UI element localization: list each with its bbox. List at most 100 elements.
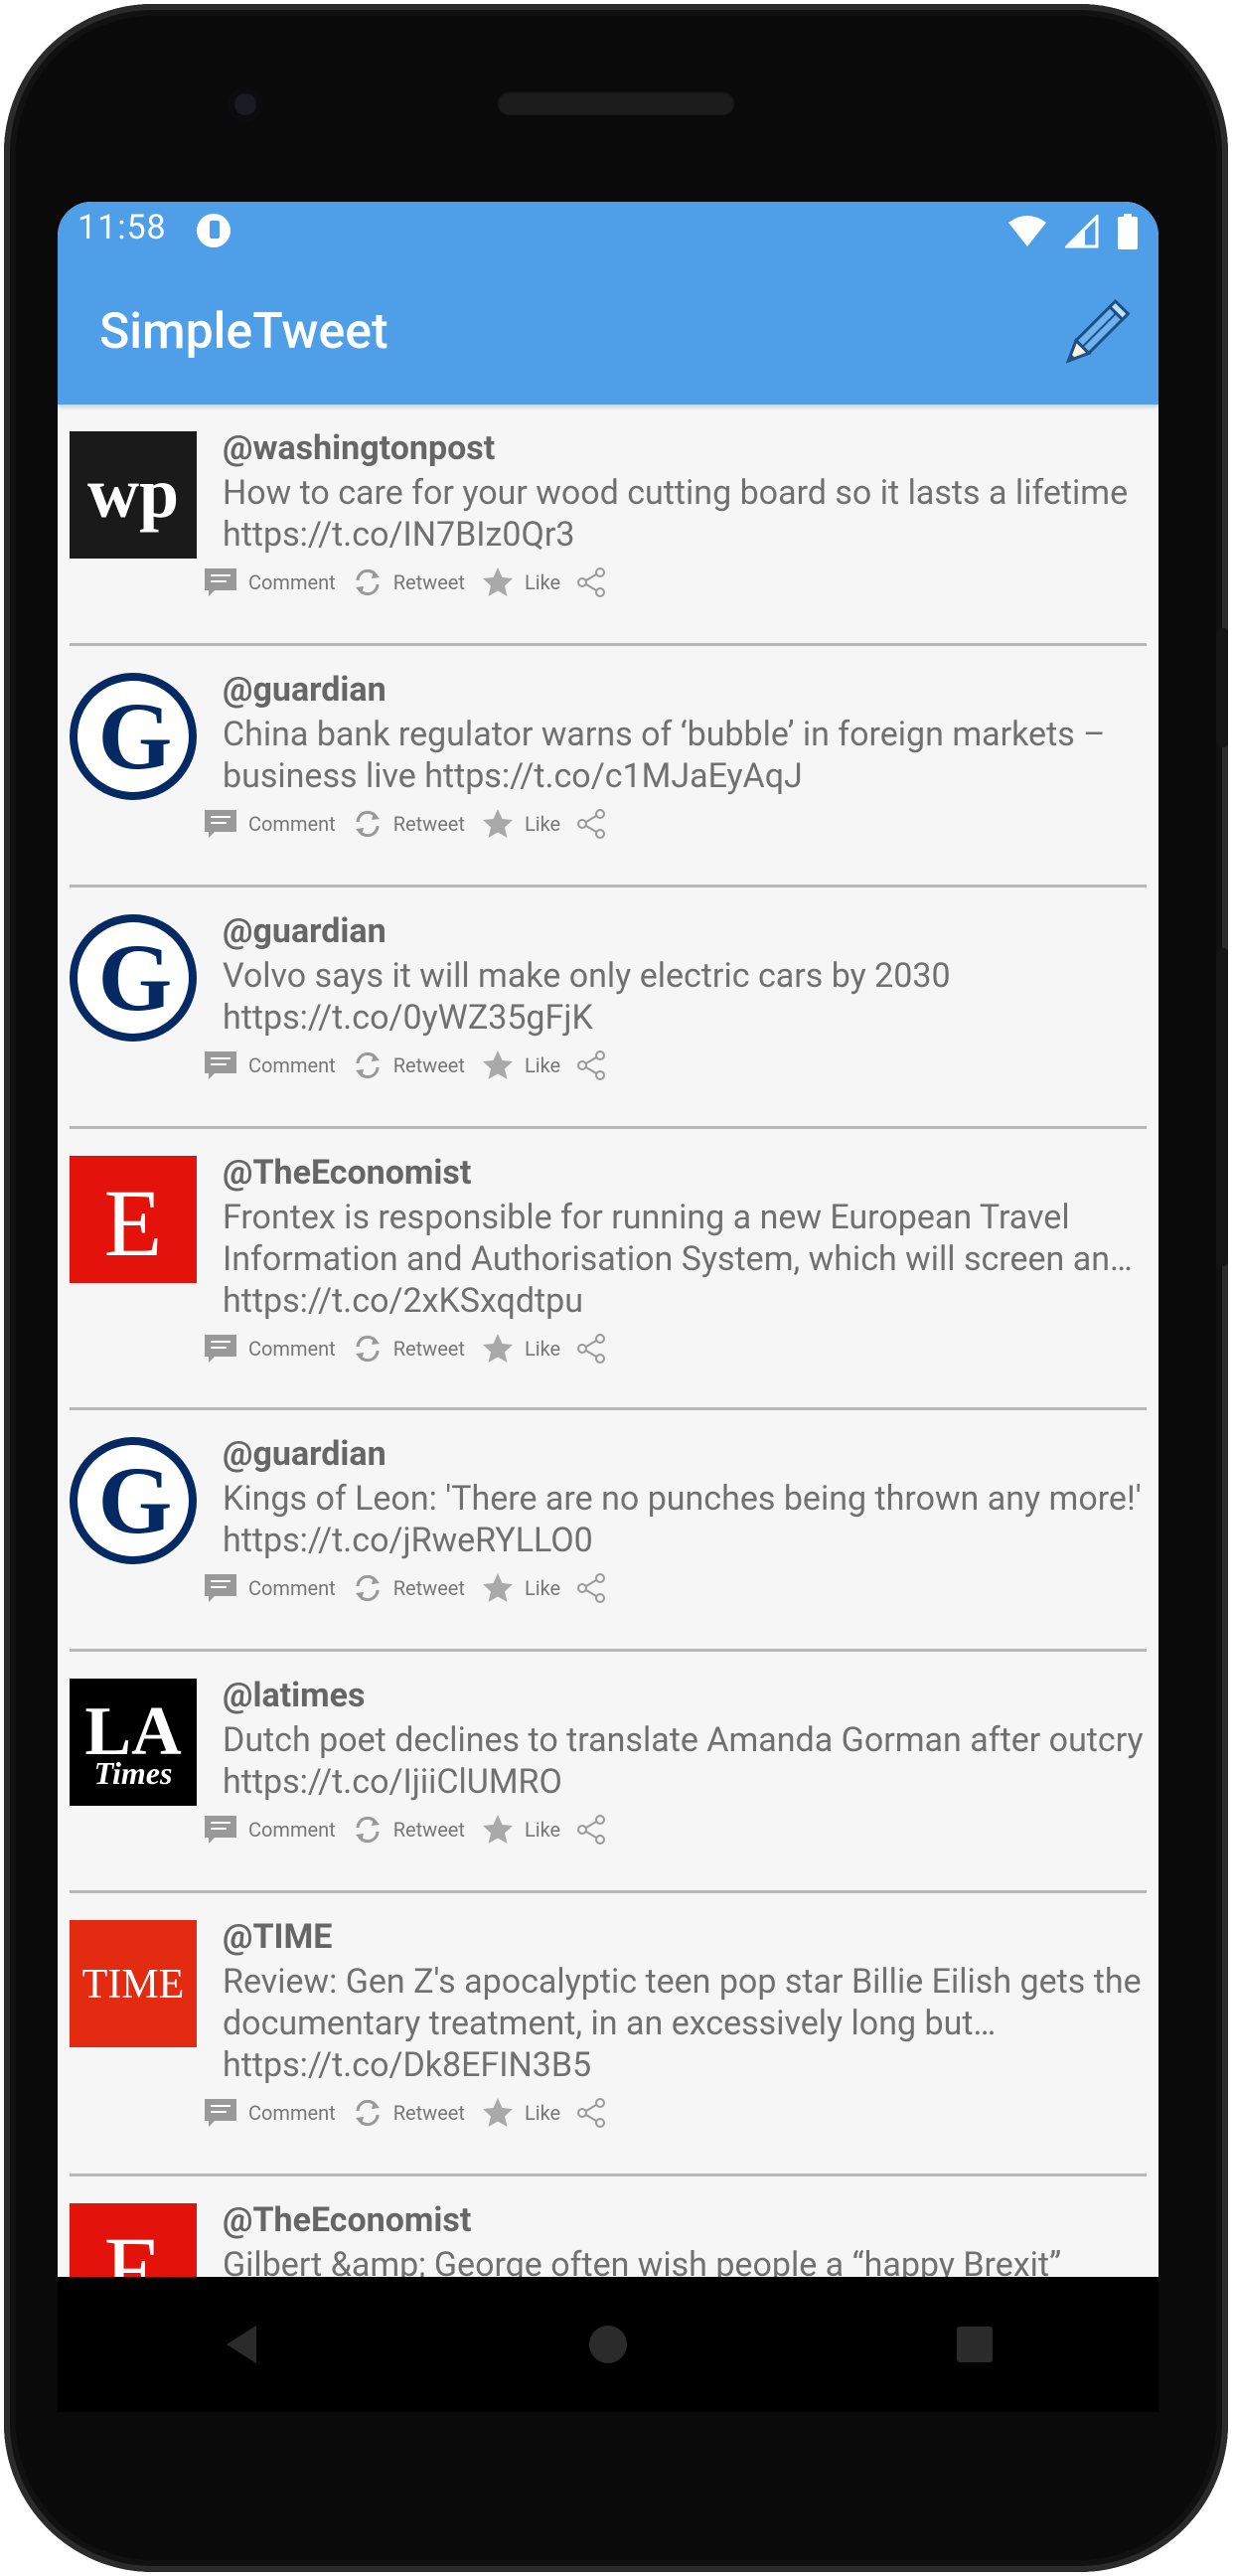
- share-button[interactable]: [576, 1333, 608, 1365]
- status-time: 11:58: [77, 208, 167, 247]
- retweet-label: Retweet: [392, 812, 465, 836]
- home-button[interactable]: [568, 2305, 648, 2384]
- tweet-row[interactable]: E @TheEconomist Gilbert &amp; George often…: [70, 2176, 1147, 2277]
- comment-label: Comment: [248, 1337, 336, 1361]
- economist-avatar-icon: E: [70, 1156, 197, 1283]
- comment-label: Comment: [248, 1818, 336, 1842]
- comment-button[interactable]: Comment: [203, 808, 352, 840]
- tweet-text: China bank regulator warns of ‘bubble’ i…: [223, 715, 1106, 796]
- app-title: SimpleTweet: [99, 303, 388, 361]
- comment-label: Comment: [248, 1576, 336, 1600]
- tweet-handle[interactable]: @TheEconomist: [223, 1153, 471, 1193]
- comment-label: Comment: [248, 2101, 336, 2125]
- pencil-icon[interactable]: [1053, 295, 1133, 375]
- comment-icon: [205, 1335, 236, 1363]
- share-button[interactable]: [576, 1814, 608, 1846]
- tweet-actions: Comment Retweet Like: [203, 807, 608, 841]
- economist-avatar-icon: E: [70, 2203, 197, 2277]
- retweet-button[interactable]: Retweet: [352, 808, 481, 840]
- like-label: Like: [524, 2101, 561, 2125]
- tweet-handle[interactable]: @TIME: [223, 1917, 332, 1957]
- tweet-row[interactable]: G @guardian China bank regulator warns of …: [70, 646, 1147, 887]
- tweet-handle[interactable]: @TheEconomist: [223, 2200, 471, 2240]
- tweet-handle[interactable]: @guardian: [223, 670, 386, 710]
- tweet-text: Review: Gen Z's apocalyptic teen pop sta…: [223, 1962, 1142, 2085]
- retweet-button[interactable]: Retweet: [352, 566, 481, 598]
- guardian-avatar-icon: G: [70, 673, 197, 800]
- comment-label: Comment: [248, 1053, 336, 1077]
- retweet-button[interactable]: Retweet: [352, 2097, 481, 2129]
- screen: 11:58 SimpleTweet wp @washingtonpost How t…: [58, 202, 1158, 2277]
- share-icon: [577, 1334, 606, 1364]
- retweet-button[interactable]: Retweet: [352, 1049, 481, 1081]
- like-button[interactable]: Like: [481, 1048, 576, 1082]
- back-button[interactable]: [202, 2305, 281, 2384]
- comment-icon: [205, 2099, 236, 2127]
- like-button[interactable]: Like: [481, 1332, 576, 1366]
- retweet-button[interactable]: Retweet: [352, 1814, 481, 1846]
- like-button[interactable]: Like: [481, 1571, 576, 1605]
- like-button[interactable]: Like: [481, 565, 576, 599]
- share-button[interactable]: [576, 566, 608, 598]
- like-label: Like: [524, 570, 561, 594]
- app-bar: SimpleTweet: [58, 261, 1158, 404]
- retweet-label: Retweet: [392, 570, 465, 594]
- like-button[interactable]: Like: [481, 807, 576, 841]
- tweet-actions: Comment Retweet Like: [203, 2096, 608, 2130]
- star-icon: [482, 1815, 513, 1844]
- tweet-row[interactable]: E @TheEconomist Frontex is responsible for…: [70, 1129, 1147, 1410]
- comment-button[interactable]: Comment: [203, 1572, 352, 1604]
- like-button[interactable]: Like: [481, 2096, 576, 2130]
- tweet-actions: Comment Retweet Like: [203, 1571, 608, 1605]
- share-icon: [577, 1815, 606, 1845]
- camera-icon: [229, 87, 262, 121]
- comment-button[interactable]: Comment: [203, 566, 352, 598]
- retweet-button[interactable]: Retweet: [352, 1572, 481, 1604]
- tweet-handle[interactable]: @guardian: [223, 1434, 386, 1474]
- sync-icon: [197, 214, 231, 247]
- tweet-text: Dutch poet declines to translate Amanda …: [223, 1720, 1144, 1802]
- guardian-avatar-icon: G: [70, 914, 197, 1042]
- tweet-handle[interactable]: @washingtonpost: [223, 428, 495, 468]
- star-icon: [482, 1334, 513, 1363]
- retweet-icon: [355, 810, 380, 838]
- share-button[interactable]: [576, 1049, 608, 1081]
- tweet-handle[interactable]: @latimes: [223, 1676, 365, 1715]
- comment-button[interactable]: Comment: [203, 1333, 352, 1365]
- tweet-actions: Comment Retweet Like: [203, 565, 608, 599]
- like-label: Like: [524, 1053, 561, 1077]
- tweet-actions: Comment Retweet Like: [203, 1813, 608, 1847]
- speaker-grille: [497, 89, 735, 115]
- comment-button[interactable]: Comment: [203, 1814, 352, 1846]
- system-nav-bar: [58, 2277, 1158, 2412]
- comment-button[interactable]: Comment: [203, 1049, 352, 1081]
- share-button[interactable]: [576, 808, 608, 840]
- star-icon: [482, 809, 513, 838]
- battery-icon: [1118, 214, 1138, 249]
- tweet-timeline: wp @washingtonpost How to care for your wo…: [58, 404, 1158, 2277]
- tweet-row[interactable]: TIME @TIME Review: Gen Z's apocalyptic tee…: [70, 1893, 1147, 2176]
- tweet-text: Frontex is responsible for running a new…: [223, 1198, 1133, 1321]
- retweet-icon: [355, 1051, 380, 1079]
- share-icon: [577, 567, 606, 597]
- washingtonpost-avatar-icon: wp: [70, 431, 197, 559]
- recents-button[interactable]: [935, 2305, 1014, 2384]
- tweet-row[interactable]: G @guardian Volvo says it will make only e…: [70, 887, 1147, 1129]
- tweet-handle[interactable]: @guardian: [223, 911, 386, 951]
- comment-button[interactable]: Comment: [203, 2097, 352, 2129]
- tweet-row[interactable]: wp @washingtonpost How to care for your wo…: [70, 404, 1147, 646]
- retweet-button[interactable]: Retweet: [352, 1333, 481, 1365]
- tweet-row[interactable]: G @guardian Kings of Leon: 'There are no p…: [70, 1410, 1147, 1652]
- star-icon: [482, 1573, 513, 1602]
- wifi-icon: [1008, 216, 1046, 246]
- tweet-row[interactable]: LA Times @latimes Dutch poet declines to tr…: [70, 1652, 1147, 1893]
- share-button[interactable]: [576, 1572, 608, 1604]
- tweet-actions: Comment Retweet Like: [203, 1332, 608, 1366]
- tweet-text: How to care for your wood cutting board …: [223, 473, 1129, 555]
- svg-text:G: G: [98, 683, 173, 789]
- retweet-icon: [355, 1816, 380, 1844]
- share-button[interactable]: [576, 2097, 608, 2129]
- svg-text:E: E: [104, 2217, 163, 2277]
- like-button[interactable]: Like: [481, 1813, 576, 1847]
- svg-text:wp: wp: [87, 453, 179, 533]
